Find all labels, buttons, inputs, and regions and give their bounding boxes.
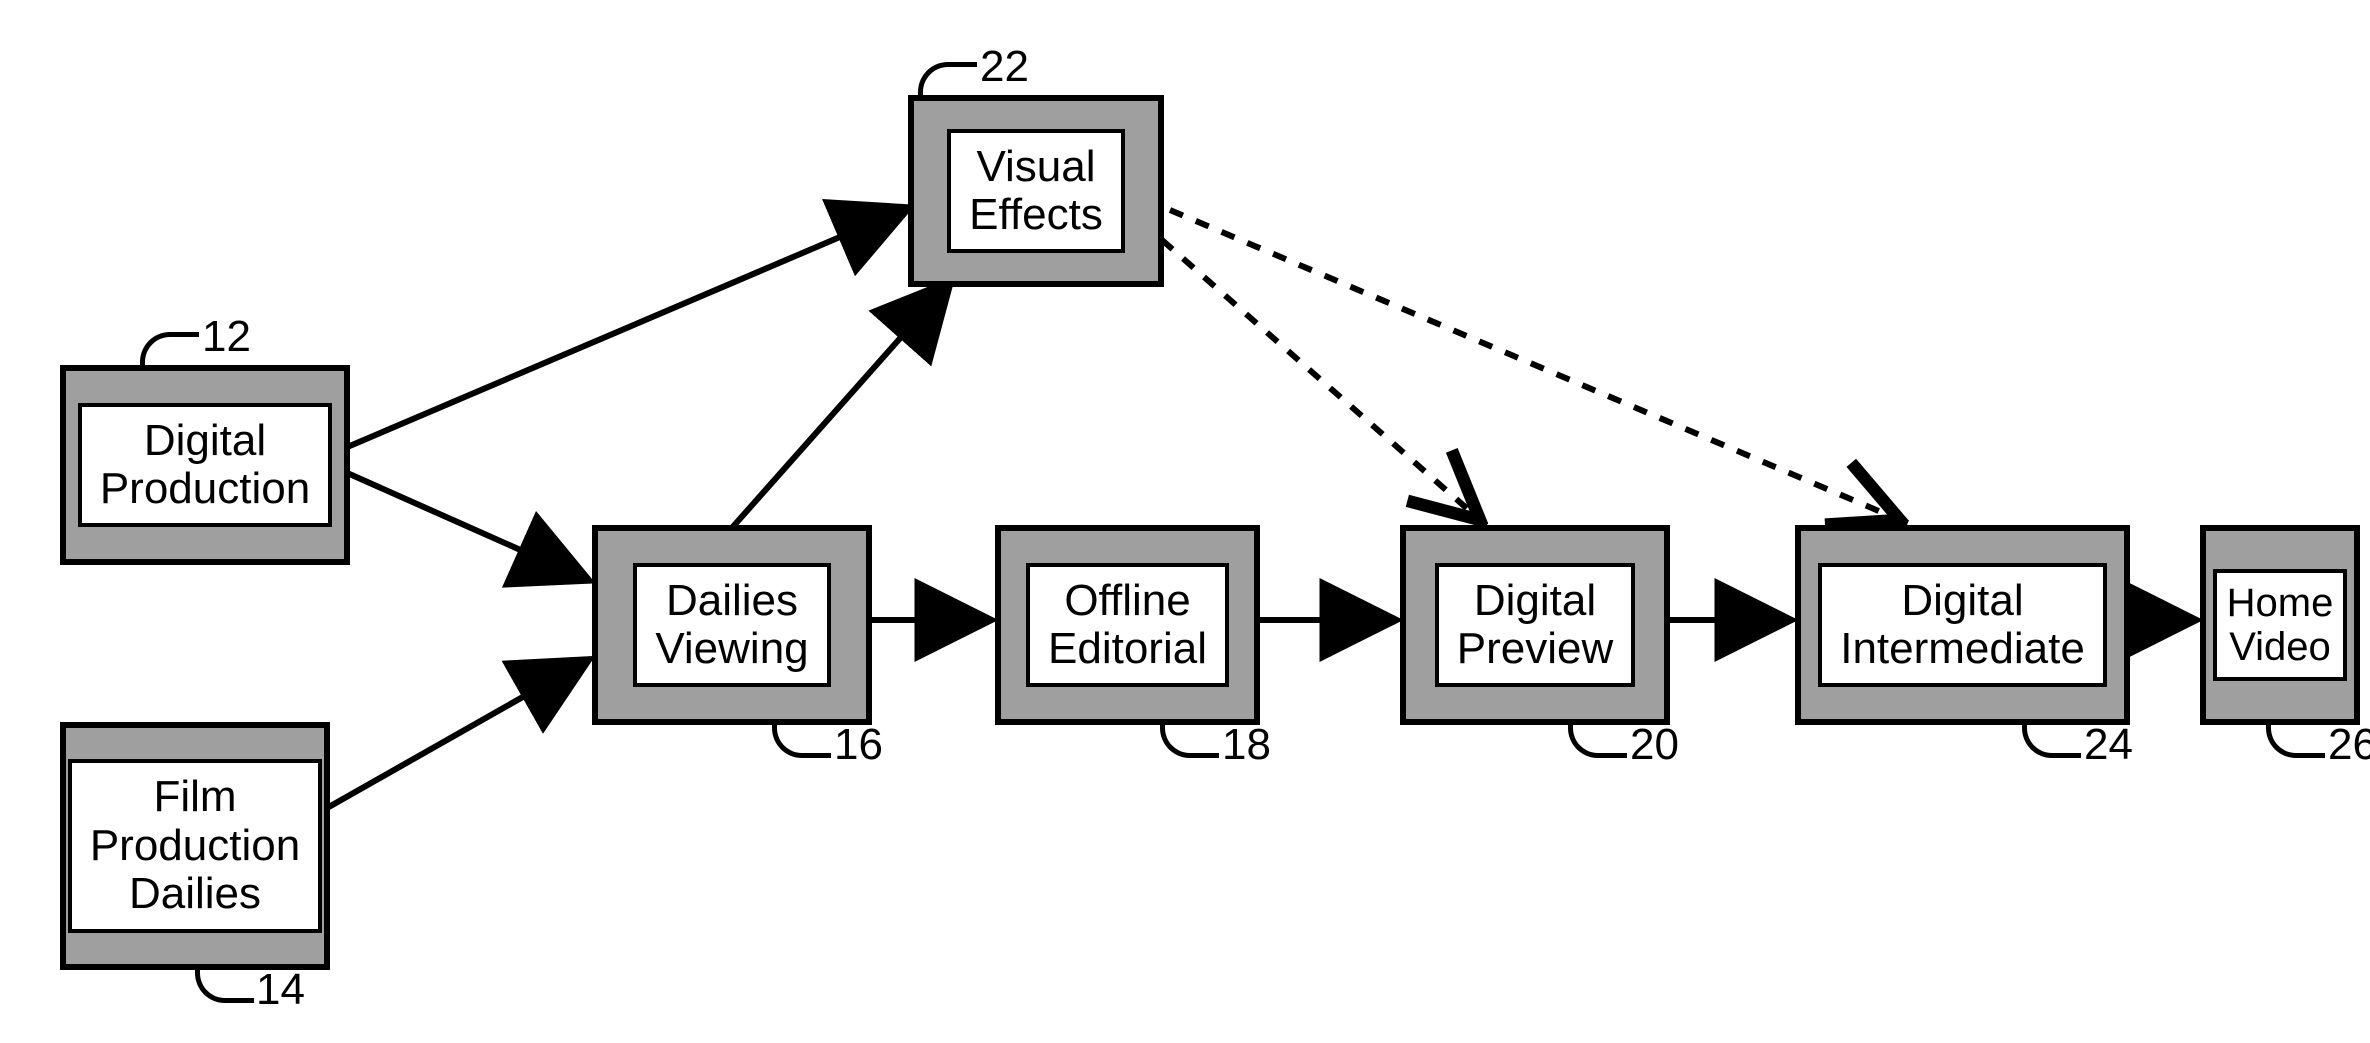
ref-22: 22 — [980, 42, 1029, 92]
edge-dailies-visualeffects — [730, 282, 950, 530]
ref-hook-14 — [195, 968, 254, 1003]
node-film-production-dailies-label: Film Production Dailies — [68, 759, 322, 932]
node-home-video: Home Video — [2200, 525, 2360, 725]
node-visual-effects: Visual Effects — [908, 95, 1164, 287]
ref-hook-26 — [2266, 723, 2325, 758]
edges-layer — [0, 0, 2370, 1043]
edge-digitalproduction-dailies — [345, 472, 588, 580]
ref-hook-22 — [918, 62, 977, 97]
node-film-production-dailies: Film Production Dailies — [60, 722, 330, 970]
ref-hook-18 — [1160, 723, 1219, 758]
ref-24: 24 — [2084, 720, 2133, 770]
node-dailies-viewing-label: Dailies Viewing — [633, 563, 830, 688]
workflow-diagram: Visual Effects 22 Digital Production 12 … — [0, 0, 2370, 1043]
node-digital-intermediate-label: Digital Intermediate — [1818, 563, 2107, 688]
node-digital-production: Digital Production — [60, 365, 350, 565]
node-offline-editorial: Offline Editorial — [995, 525, 1260, 725]
ref-16: 16 — [834, 720, 883, 770]
edge-visualeffects-intermediate-dashed — [1170, 210, 1900, 520]
edge-visualeffects-preview-dashed — [1162, 240, 1480, 520]
ref-14: 14 — [256, 965, 305, 1015]
ref-hook-16 — [772, 723, 831, 758]
ref-hook-20 — [1568, 723, 1627, 758]
node-dailies-viewing: Dailies Viewing — [592, 525, 872, 725]
ref-hook-12 — [140, 332, 199, 367]
node-digital-preview-label: Digital Preview — [1435, 563, 1636, 688]
node-home-video-label: Home Video — [2213, 569, 2348, 681]
ref-hook-24 — [2022, 723, 2081, 758]
node-digital-production-label: Digital Production — [78, 403, 332, 528]
ref-20: 20 — [1630, 720, 1679, 770]
edge-digitalproduction-visualeffects — [345, 208, 908, 448]
node-digital-preview: Digital Preview — [1400, 525, 1670, 725]
ref-18: 18 — [1222, 720, 1271, 770]
edge-filmproduction-dailies — [320, 660, 588, 812]
node-offline-editorial-label: Offline Editorial — [1026, 563, 1229, 688]
node-visual-effects-label: Visual Effects — [947, 129, 1125, 254]
ref-26: 26 — [2328, 720, 2370, 770]
ref-12: 12 — [202, 312, 251, 362]
node-digital-intermediate: Digital Intermediate — [1795, 525, 2130, 725]
